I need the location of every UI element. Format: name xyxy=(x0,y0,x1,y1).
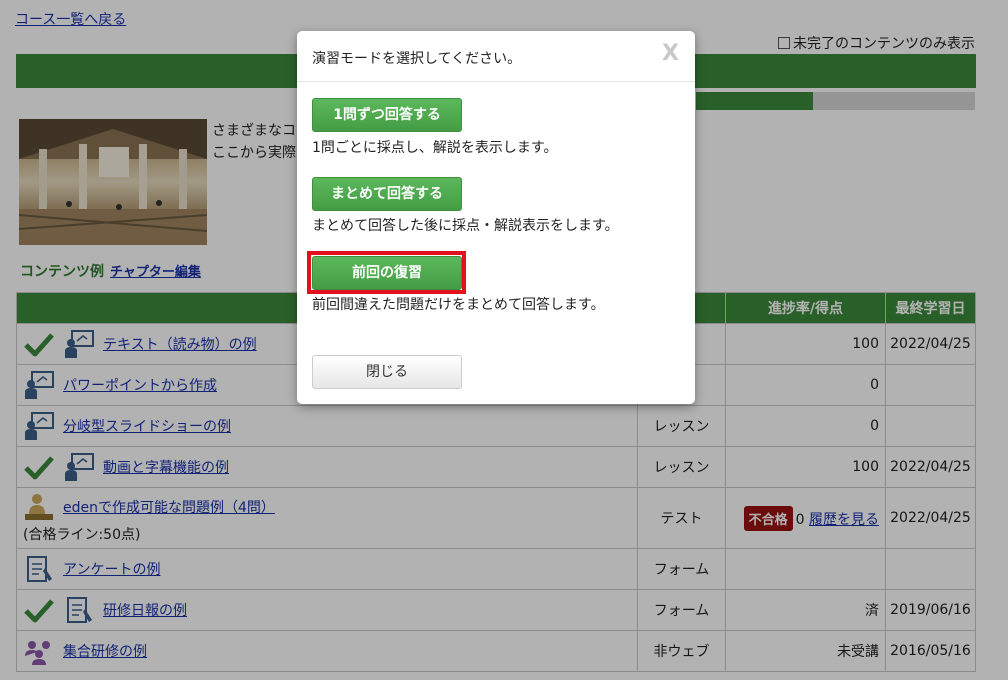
modal-header: 演習モードを選択してください。 X xyxy=(297,31,695,82)
close-button[interactable]: 閉じる xyxy=(312,355,462,389)
practice-mode-modal: 演習モードを選択してください。 X 1問ずつ回答する 1問ごとに採点し、解説を表… xyxy=(297,31,695,404)
answer-one-by-one-description: 1問ごとに採点し、解説を表示します。 xyxy=(312,140,558,156)
review-last-description: 前回間違えた問題だけをまとめて回答します。 xyxy=(312,297,605,313)
answer-one-by-one-button[interactable]: 1問ずつ回答する xyxy=(312,98,462,132)
answer-all-at-once-description: まとめて回答した後に採点・解説表示をします。 xyxy=(312,218,619,234)
close-icon[interactable]: X xyxy=(662,41,679,66)
modal-title: 演習モードを選択してください。 xyxy=(312,51,522,67)
answer-all-at-once-button[interactable]: まとめて回答する xyxy=(312,177,462,211)
review-last-button[interactable]: 前回の復習 xyxy=(312,256,462,290)
course-page: コース一覧へ戻る 未完了のコンテンツのみ表示 さまざまなコ ここから実際 コンテ… xyxy=(0,0,1008,680)
